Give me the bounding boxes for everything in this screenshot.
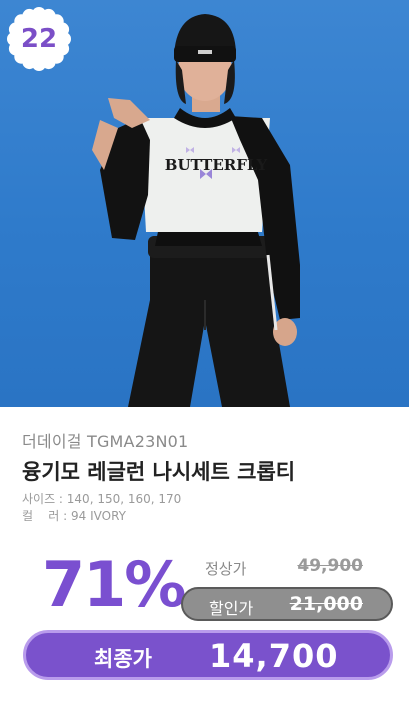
brand-product-code: 더데이걸 TGMA23N01	[22, 432, 189, 451]
regular-price-row: 정상가 49,900	[205, 556, 375, 580]
regular-price-value: 49,900	[297, 556, 363, 576]
final-price-label: 최종가	[94, 647, 152, 671]
final-price-button[interactable]: 최종가 14,700	[23, 630, 393, 680]
final-price-value: 14,700	[209, 637, 339, 675]
size-options: 사이즈 : 140, 150, 160, 170	[22, 492, 182, 506]
regular-price-label: 정상가	[205, 560, 247, 578]
discount-rate: 71%	[42, 548, 186, 621]
sale-price-pill: 할인가 21,000	[181, 587, 393, 621]
product-name[interactable]: 융기모 레글런 나시세트 크롭티	[22, 456, 392, 486]
product-info: 더데이걸 TGMA23N01 융기모 레글런 나시세트 크롭티 사이즈 : 14…	[22, 428, 392, 524]
color-option: 컬 러 : 94 IVORY	[22, 509, 126, 523]
rank-badge: 22	[4, 4, 74, 74]
product-card[interactable]: BUTTERFLY 22 더데이걸 TGMA23N01 융기모 레글런 나시세트…	[0, 0, 409, 714]
sale-price-label: 할인가	[209, 599, 254, 618]
rank-number: 22	[20, 24, 58, 54]
shirt-print-text: BUTTERFLY	[165, 156, 268, 174]
sale-price-value: 21,000	[289, 593, 363, 615]
product-photo[interactable]: BUTTERFLY 22	[0, 0, 409, 407]
